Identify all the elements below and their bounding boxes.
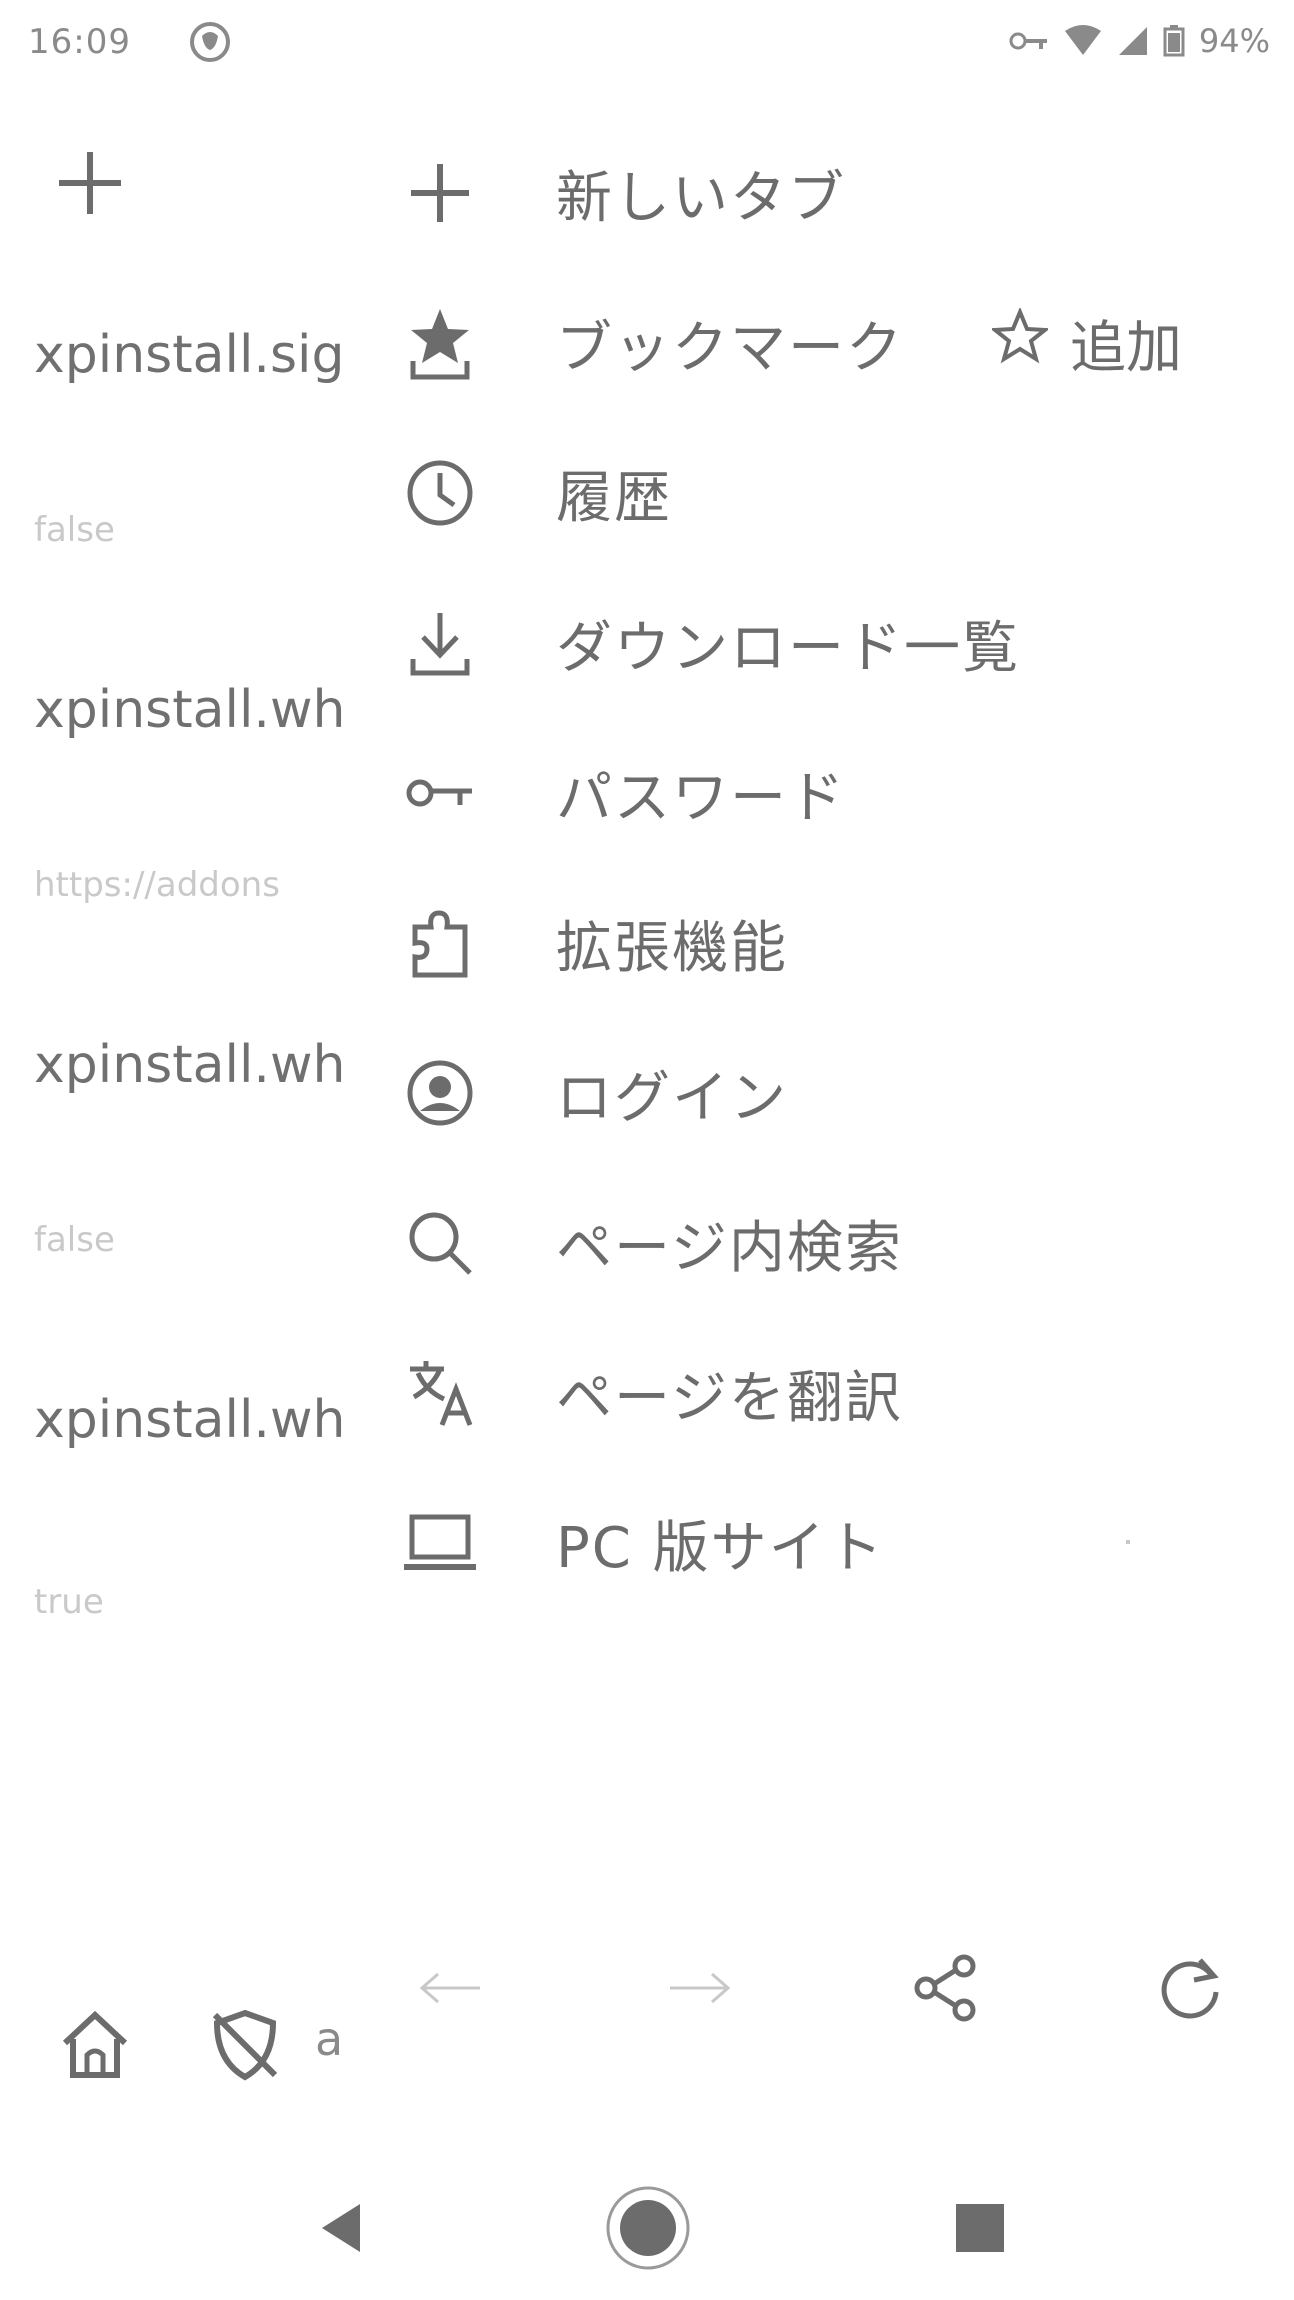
pref-key[interactable]: xpinstall.sig	[34, 325, 354, 385]
pref-key[interactable]: xpinstall.wh	[34, 1390, 354, 1450]
arrow-right-icon	[664, 1968, 736, 2012]
forward-button[interactable]	[640, 1930, 760, 2050]
wifi-icon	[1063, 25, 1103, 57]
vpn-key-icon	[1009, 29, 1049, 53]
download-icon	[400, 603, 480, 683]
background-toolbar: a	[0, 1990, 380, 2130]
share-button[interactable]	[886, 1930, 1006, 2050]
overflow-menu: 新しいタブ ブックマーク 追加 履歴 ダウンロード一覧 パスワード 拡張機能 ロ…	[380, 118, 1294, 1878]
nav-back-button[interactable]	[290, 2180, 390, 2280]
add-bookmark-button[interactable]: 追加	[989, 303, 1182, 384]
partial-text: a	[315, 2012, 344, 2066]
key-icon	[400, 753, 480, 833]
pref-value: https://addons	[34, 865, 280, 905]
laptop-icon	[400, 1503, 480, 1583]
menu-item-bookmarks[interactable]: ブックマーク 追加	[380, 268, 1294, 418]
status-time: 16:09	[28, 22, 131, 62]
menu-item-label: パスワード	[556, 765, 846, 831]
menu-item-extensions[interactable]: 拡張機能	[380, 868, 1294, 1018]
back-button[interactable]	[390, 1930, 510, 2050]
bookmark-icon	[400, 303, 480, 383]
status-right-group: 94%	[1009, 22, 1270, 60]
menu-item-label: ログイン	[556, 1065, 788, 1131]
translate-icon	[400, 1353, 480, 1433]
nav-home-button[interactable]	[598, 2180, 698, 2280]
pref-value: true	[34, 1582, 104, 1622]
menu-item-login[interactable]: ログイン	[380, 1018, 1294, 1168]
cellular-signal-icon	[1117, 25, 1149, 57]
menu-item-find-in-page[interactable]: ページ内検索	[380, 1168, 1294, 1318]
menu-item-label: 拡張機能	[556, 915, 788, 981]
add-pref-plus-icon[interactable]	[55, 148, 125, 218]
reload-button[interactable]	[1130, 1930, 1250, 2050]
background-page: xpinstall.sig false xpinstall.wh https:/…	[0, 100, 380, 2150]
status-bar: 16:09 94%	[0, 0, 1294, 100]
battery-percent: 94%	[1198, 22, 1270, 60]
menu-item-label: ページ内検索	[556, 1215, 903, 1281]
tracking-protection-off-icon[interactable]	[190, 1990, 300, 2100]
plus-icon	[400, 153, 480, 233]
menu-item-desktop-site[interactable]: PC 版サイト	[380, 1468, 1294, 1618]
home-icon[interactable]	[40, 1990, 150, 2100]
reload-icon	[1154, 1952, 1226, 2028]
square-recents-icon	[950, 2198, 1010, 2262]
menu-item-new-tab[interactable]: 新しいタブ	[380, 118, 1294, 268]
circle-home-icon	[603, 2183, 693, 2277]
share-icon	[910, 1952, 982, 2028]
battery-icon	[1163, 25, 1185, 57]
arrow-left-icon	[414, 1968, 486, 2012]
menu-item-label: ページを翻訳	[556, 1365, 903, 1431]
nav-recents-button[interactable]	[930, 2180, 1030, 2280]
menu-item-passwords[interactable]: パスワード	[380, 718, 1294, 868]
triangle-back-icon	[310, 2198, 370, 2262]
pref-value: false	[34, 1220, 115, 1260]
menu-item-label: ブックマーク	[556, 315, 904, 381]
clock-icon	[400, 453, 480, 533]
pref-key[interactable]: xpinstall.wh	[34, 1035, 354, 1095]
pref-value: false	[34, 510, 115, 550]
star-outline-icon	[989, 306, 1051, 378]
system-navigation-bar	[0, 2160, 1294, 2300]
puzzle-icon	[400, 903, 480, 983]
menu-item-label: ダウンロード一覧	[556, 615, 1020, 681]
menu-item-label: 新しいタブ	[556, 165, 846, 231]
menu-item-downloads[interactable]: ダウンロード一覧	[380, 568, 1294, 718]
menu-action-row	[380, 1930, 1294, 2070]
app-notification-icon	[188, 20, 232, 64]
menu-item-history[interactable]: 履歴	[380, 418, 1294, 568]
search-icon	[400, 1203, 480, 1283]
toggle-indicator	[1126, 1540, 1130, 1544]
menu-item-label: PC 版サイト	[556, 1515, 885, 1581]
menu-item-translate[interactable]: ページを翻訳	[380, 1318, 1294, 1468]
account-icon	[400, 1053, 480, 1133]
pref-key[interactable]: xpinstall.wh	[34, 680, 354, 740]
menu-item-label: 履歴	[556, 465, 672, 531]
add-bookmark-label: 追加	[1070, 315, 1182, 381]
